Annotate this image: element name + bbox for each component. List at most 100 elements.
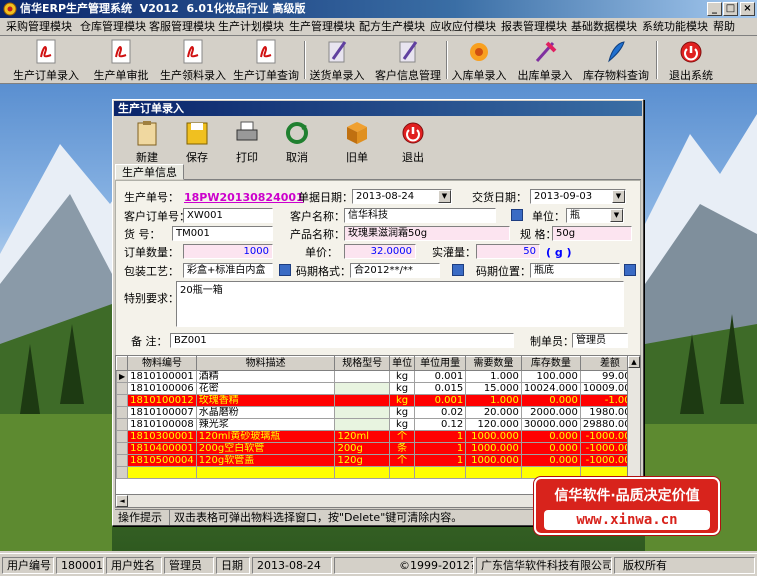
toolbar-order-approve-button[interactable]: 生产单审批 [86, 38, 156, 82]
cell-code[interactable]: 1810100012 [127, 394, 197, 407]
toolbar-customer-info-button[interactable]: 客户信息管理 [372, 38, 444, 82]
cell-stock[interactable]: 0.000 [520, 454, 581, 467]
code-format-picker-icon[interactable] [452, 264, 464, 276]
cell-spec[interactable]: 120g [334, 454, 391, 467]
cell-need[interactable]: 1000.000 [465, 430, 522, 443]
code-pos-field[interactable]: 瓶底 [530, 263, 620, 278]
cell-code[interactable]: 1810100006 [127, 382, 197, 395]
tab-production-info[interactable]: 生产单信息 [115, 164, 184, 180]
cell-desc[interactable]: 辣光浆 [195, 418, 336, 431]
cell-code[interactable]: 1810400001 [127, 442, 197, 455]
unit-field[interactable]: 瓶 ▼ [566, 208, 624, 223]
packing-field[interactable]: 彩盒+标准白内盒 [183, 263, 273, 278]
cell-spec[interactable] [334, 382, 391, 395]
table-row[interactable]: ▶ 1810100001 酒精 kg 0.001 1.000 100.000 99.000 [116, 370, 640, 383]
cell-spec[interactable] [334, 466, 391, 479]
cell-unit[interactable]: 个 [389, 430, 416, 443]
doc-date-field[interactable]: 2013-08-24 ▼ [352, 189, 452, 204]
menu-formula[interactable]: 配方生产模块 [359, 20, 425, 34]
code-format-field[interactable]: 合2012**/** [350, 263, 440, 278]
cell-spec[interactable] [334, 394, 391, 407]
cell-code[interactable]: 1810100001 [127, 370, 197, 383]
minimize-button[interactable]: _ [707, 2, 722, 16]
unit-price-field[interactable]: 32.0000 [344, 244, 416, 259]
toolbar-delivery-entry-button[interactable]: 送货单录入 [306, 38, 368, 82]
cell-usage[interactable]: 1 [414, 430, 467, 443]
cell-need[interactable]: 20.000 [465, 406, 522, 419]
chevron-down-icon[interactable]: ▼ [612, 190, 625, 203]
menu-receivables[interactable]: 应收应付模块 [430, 20, 496, 34]
menu-help[interactable]: 帮助 [713, 20, 735, 34]
cell-desc[interactable]: 120ml黄砂玻璃瓶 [195, 430, 336, 443]
cell-stock[interactable]: 0.000 [520, 394, 581, 407]
cell-stock[interactable]: 100.000 [520, 370, 581, 383]
cell-spec[interactable] [334, 370, 391, 383]
actual-fill-field[interactable]: 50 [476, 244, 540, 259]
table-row[interactable]: 1810500004 120g软管盖 120g 个 1 1000.000 0.000 -100… [116, 454, 640, 467]
cust-name-field[interactable]: 信华科技 [344, 208, 496, 223]
cell-need[interactable]: 120.000 [465, 418, 522, 431]
close-button[interactable]: × [740, 2, 755, 16]
order-qty-field[interactable]: 1000 [183, 244, 273, 259]
cell-unit[interactable]: kg [389, 418, 416, 431]
table-row[interactable]: 1810100008 辣光浆 kg 0.12 120.000 30000.000 29880… [116, 418, 640, 431]
cell-unit[interactable]: 条 [389, 442, 416, 455]
scroll-up-icon[interactable]: ▲ [628, 356, 640, 368]
col-header-stock[interactable]: 库存数量 [520, 356, 581, 371]
toolbar-stock-out-button[interactable]: 出库单录入 [514, 38, 576, 82]
table-row[interactable]: 1810300001 120ml黄砂玻璃瓶 120ml 个 1 1000.000 0.000… [116, 430, 640, 443]
cell-usage[interactable] [414, 466, 467, 479]
customer-picker-icon[interactable] [511, 209, 523, 221]
col-header-usage[interactable]: 单位用量 [414, 356, 467, 371]
cell-unit[interactable]: kg [389, 382, 416, 395]
table-row[interactable]: 1810100006 花密 kg 0.015 15.000 10024.000 10009.… [116, 382, 640, 395]
grid-vertical-scrollbar[interactable]: ▲ ▼ [627, 356, 640, 492]
cell-spec[interactable]: 120ml [334, 430, 391, 443]
old-orders-button[interactable]: 旧单 [332, 118, 382, 164]
chevron-down-icon[interactable]: ▼ [438, 190, 451, 203]
cell-code[interactable]: 1810300001 [127, 430, 197, 443]
cell-usage[interactable]: 0.02 [414, 406, 467, 419]
col-header-unit[interactable]: 单位 [389, 356, 416, 371]
cell-usage[interactable]: 0.001 [414, 370, 467, 383]
cell-code[interactable]: 1810500004 [127, 454, 197, 467]
toolbar-order-query-button[interactable]: 生产订单查询 [230, 38, 302, 82]
cell-unit[interactable]: 个 [389, 454, 416, 467]
row-indicator[interactable] [116, 382, 129, 395]
cell-need[interactable]: 1000.000 [465, 442, 522, 455]
cell-stock[interactable]: 2000.000 [520, 406, 581, 419]
row-indicator[interactable] [116, 454, 129, 467]
toolbar-inventory-query-button[interactable]: 库存物料查询 [580, 38, 652, 82]
cell-desc[interactable]: 水晶磨粉 [195, 406, 336, 419]
scroll-left-icon[interactable]: ◄ [116, 495, 128, 507]
cell-need[interactable]: 1.000 [465, 394, 522, 407]
row-indicator[interactable] [116, 394, 129, 407]
col-header-code[interactable]: 物料编号 [127, 356, 197, 371]
cell-usage[interactable]: 1 [414, 454, 467, 467]
cell-code[interactable]: 1810100007 [127, 406, 197, 419]
maximize-button[interactable]: □ [723, 2, 738, 16]
cell-desc[interactable]: 酒精 [195, 370, 336, 383]
print-button[interactable]: 打印 [222, 118, 272, 164]
cell-usage[interactable]: 0.12 [414, 418, 467, 431]
cell-desc[interactable]: 200g空白软管 [195, 442, 336, 455]
row-indicator[interactable] [116, 430, 129, 443]
exit-window-button[interactable]: 退出 [388, 118, 438, 164]
col-header-need[interactable]: 需要数量 [465, 356, 522, 371]
toolbar-order-entry-button[interactable]: 生产订单录入 [8, 38, 84, 82]
product-name-field[interactable]: 玫瑰果滋润霜50g [344, 226, 510, 241]
cell-stock[interactable]: 10024.000 [520, 382, 581, 395]
item-no-field[interactable]: TM001 [172, 226, 273, 241]
toolbar-stock-in-button[interactable]: 入库单录入 [448, 38, 510, 82]
toolbar-material-pick-button[interactable]: 生产领料录入 [157, 38, 229, 82]
cell-spec[interactable] [334, 406, 391, 419]
save-button[interactable]: 保存 [172, 118, 222, 164]
cell-desc[interactable]: 120g软管盖 [195, 454, 336, 467]
table-row[interactable]: 1810100007 水晶磨粉 kg 0.02 20.000 2000.000 1980.0… [116, 406, 640, 419]
cell-desc[interactable]: 花密 [195, 382, 336, 395]
cell-unit[interactable]: kg [389, 394, 416, 407]
cell-unit[interactable]: kg [389, 370, 416, 383]
cell-desc[interactable] [195, 466, 336, 479]
code-pos-picker-icon[interactable] [624, 264, 636, 276]
cancel-button[interactable]: 取消 [272, 118, 322, 164]
